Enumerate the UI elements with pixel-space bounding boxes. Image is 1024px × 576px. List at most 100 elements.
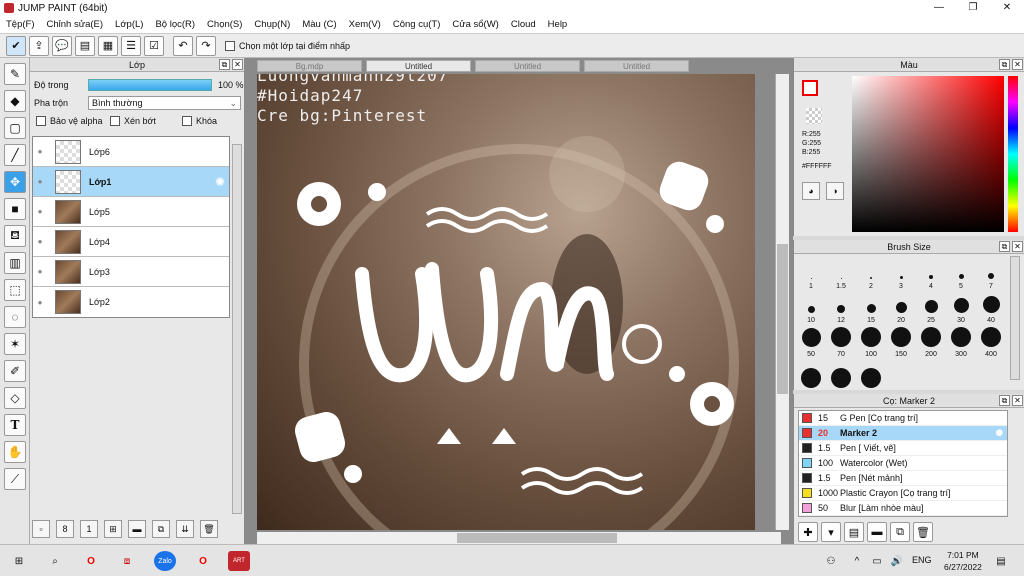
brush-size-cell[interactable]: 5: [946, 258, 976, 290]
brush-size-cell[interactable]: 200: [916, 326, 946, 358]
canvas-artwork[interactable]: Luongvanmanh29l207 #Hoidap247 Cre bg:Pin…: [257, 74, 755, 530]
minimize-button[interactable]: —: [922, 0, 956, 16]
opacity-slider[interactable]: [88, 79, 212, 91]
export-icon[interactable]: ⇪: [29, 35, 49, 56]
visibility-icon[interactable]: ●: [33, 257, 47, 287]
text-tool-icon[interactable]: T: [4, 414, 26, 436]
menu-color[interactable]: Màu (C): [302, 19, 336, 30]
tab-untitled-1[interactable]: Untitled: [366, 60, 471, 72]
windows-start-icon[interactable]: ⊞: [8, 551, 30, 571]
language-indicator[interactable]: ENG: [912, 555, 932, 565]
folder-icon[interactable]: ▬: [128, 520, 146, 538]
chevron-up-icon[interactable]: ^: [846, 551, 868, 571]
blend-select[interactable]: Bình thường ⌄: [88, 96, 241, 110]
lasso-icon[interactable]: ◌: [4, 306, 26, 328]
brush-size-cell[interactable]: 300: [946, 326, 976, 358]
menu-window[interactable]: Cửa sổ(W): [452, 19, 498, 30]
close-button[interactable]: ✕: [990, 0, 1024, 16]
lock-checkbox[interactable]: [182, 116, 192, 126]
brush-size-cell[interactable]: [826, 360, 856, 392]
select-pen-icon[interactable]: ✐: [4, 360, 26, 382]
list-icon[interactable]: ☰: [121, 35, 141, 56]
speech-bubble-icon[interactable]: 💬: [52, 35, 72, 56]
brush-list-item[interactable]: 1000 Plastic Crayon [Cọ trang trí]: [799, 486, 1007, 501]
monitor-icon[interactable]: ▭: [866, 551, 888, 571]
gear-icon[interactable]: ✺: [215, 175, 225, 189]
brush-size-cell[interactable]: [796, 360, 826, 392]
app-icon[interactable]: ⧈: [116, 551, 138, 571]
brush-size-cell[interactable]: 15: [856, 292, 886, 324]
brush-size-cell[interactable]: 150: [886, 326, 916, 358]
duplicate-icon[interactable]: ⧉: [152, 520, 170, 538]
hue-slider[interactable]: [1008, 76, 1018, 232]
menu-cloud[interactable]: Cloud: [511, 19, 536, 30]
menu-select[interactable]: Chọn(S): [207, 19, 242, 30]
maximize-button[interactable]: ❐: [956, 0, 990, 16]
visibility-icon[interactable]: ●: [33, 227, 47, 257]
layer-row[interactable]: ● Lớp6: [33, 137, 229, 167]
brush-list-item[interactable]: 50 Blur [Làm nhòe màu]: [799, 501, 1007, 516]
undo-icon[interactable]: ↶: [173, 35, 193, 56]
panel-close-icon[interactable]: ✕: [1012, 241, 1023, 252]
panel-close-icon[interactable]: ✕: [1012, 59, 1023, 70]
clock-date[interactable]: 6/27/2022: [944, 561, 982, 573]
zalo-icon[interactable]: Zalo: [154, 551, 176, 571]
merge-icon[interactable]: ⇊: [176, 520, 194, 538]
menu-view[interactable]: Xem(V): [349, 19, 381, 30]
brush-duplicate-icon[interactable]: ⧉: [890, 522, 910, 542]
panel-float-icon[interactable]: ⧉: [219, 59, 230, 70]
visibility-icon[interactable]: ●: [33, 137, 47, 167]
brush-size-cell[interactable]: 40: [976, 292, 1006, 324]
menu-capture[interactable]: Chụp(N): [254, 19, 290, 30]
brush-size-cell[interactable]: 30: [946, 292, 976, 324]
layer-row[interactable]: ● Lớp2: [33, 287, 229, 317]
bucket-tool-icon[interactable]: ⛾: [4, 225, 26, 247]
brush-size-cell[interactable]: 12: [826, 292, 856, 324]
brush-list-item[interactable]: 100 Watercolor (Wet): [799, 456, 1007, 471]
brush-size-cell[interactable]: 1.5: [826, 258, 856, 290]
layer-row[interactable]: ● Lớp4: [33, 227, 229, 257]
new-layer-icon[interactable]: ▫: [32, 520, 50, 538]
tab-untitled-2[interactable]: Untitled: [475, 60, 580, 72]
brush-size-cell[interactable]: 70: [826, 326, 856, 358]
trash-icon[interactable]: 🗑: [200, 520, 218, 538]
brush-size-cell[interactable]: 25: [916, 292, 946, 324]
panel-close-icon[interactable]: ✕: [232, 59, 243, 70]
panel-float-icon[interactable]: ⧉: [999, 241, 1010, 252]
brush-size-cell[interactable]: 7: [976, 258, 1006, 290]
checkmark-icon[interactable]: ✔: [6, 35, 26, 56]
panel-float-icon[interactable]: ⧉: [999, 395, 1010, 406]
menu-layer[interactable]: Lớp(L): [115, 19, 143, 30]
rectangle-tool-icon[interactable]: ▢: [4, 117, 26, 139]
brush-size-cell[interactable]: 3: [886, 258, 916, 290]
layer-row[interactable]: ● Lớp5: [33, 197, 229, 227]
alpha-protect-checkbox[interactable]: [36, 116, 46, 126]
menu-file[interactable]: Tệp(F): [6, 19, 35, 30]
magic-wand-icon[interactable]: ✶: [4, 333, 26, 355]
menu-help[interactable]: Help: [548, 19, 568, 30]
brush-size-cell[interactable]: [856, 360, 886, 392]
saturation-value-picker[interactable]: [852, 76, 1004, 232]
brush-list-item[interactable]: 15 G Pen [Cọ trang trí]: [799, 411, 1007, 426]
brush-list-item[interactable]: 20 Marker 2 ✺: [799, 426, 1007, 441]
visibility-icon[interactable]: ●: [33, 167, 47, 197]
brush-tool-icon[interactable]: ✎: [4, 63, 26, 85]
panel-float-icon[interactable]: ⧉: [999, 59, 1010, 70]
add-brush-icon[interactable]: ✚: [798, 522, 818, 542]
palette-settings-icon[interactable]: ◑: [826, 182, 844, 200]
menu-edit[interactable]: Chỉnh sửa(E): [47, 19, 104, 30]
foreground-color-swatch[interactable]: [802, 80, 818, 96]
brush-size-cell[interactable]: 20: [886, 292, 916, 324]
gradient-tool-icon[interactable]: ▥: [4, 252, 26, 274]
brush-size-cell[interactable]: 100: [856, 326, 886, 358]
eyedropper-icon[interactable]: ⟋: [4, 468, 26, 490]
notification-icon[interactable]: ▤: [990, 551, 1012, 571]
new-1bit-layer-icon[interactable]: 1: [80, 520, 98, 538]
opera-icon[interactable]: O: [80, 551, 102, 571]
visibility-icon[interactable]: ●: [33, 197, 47, 227]
opera-gx-icon[interactable]: O: [192, 551, 214, 571]
brush-copy-icon[interactable]: ▤: [844, 522, 864, 542]
brush-list-item[interactable]: 1.5 Pen [ Viết, vẽ]: [799, 441, 1007, 456]
layer-row[interactable]: ● Lớp3: [33, 257, 229, 287]
menu-filter[interactable]: Bộ lọc(R): [155, 19, 195, 30]
